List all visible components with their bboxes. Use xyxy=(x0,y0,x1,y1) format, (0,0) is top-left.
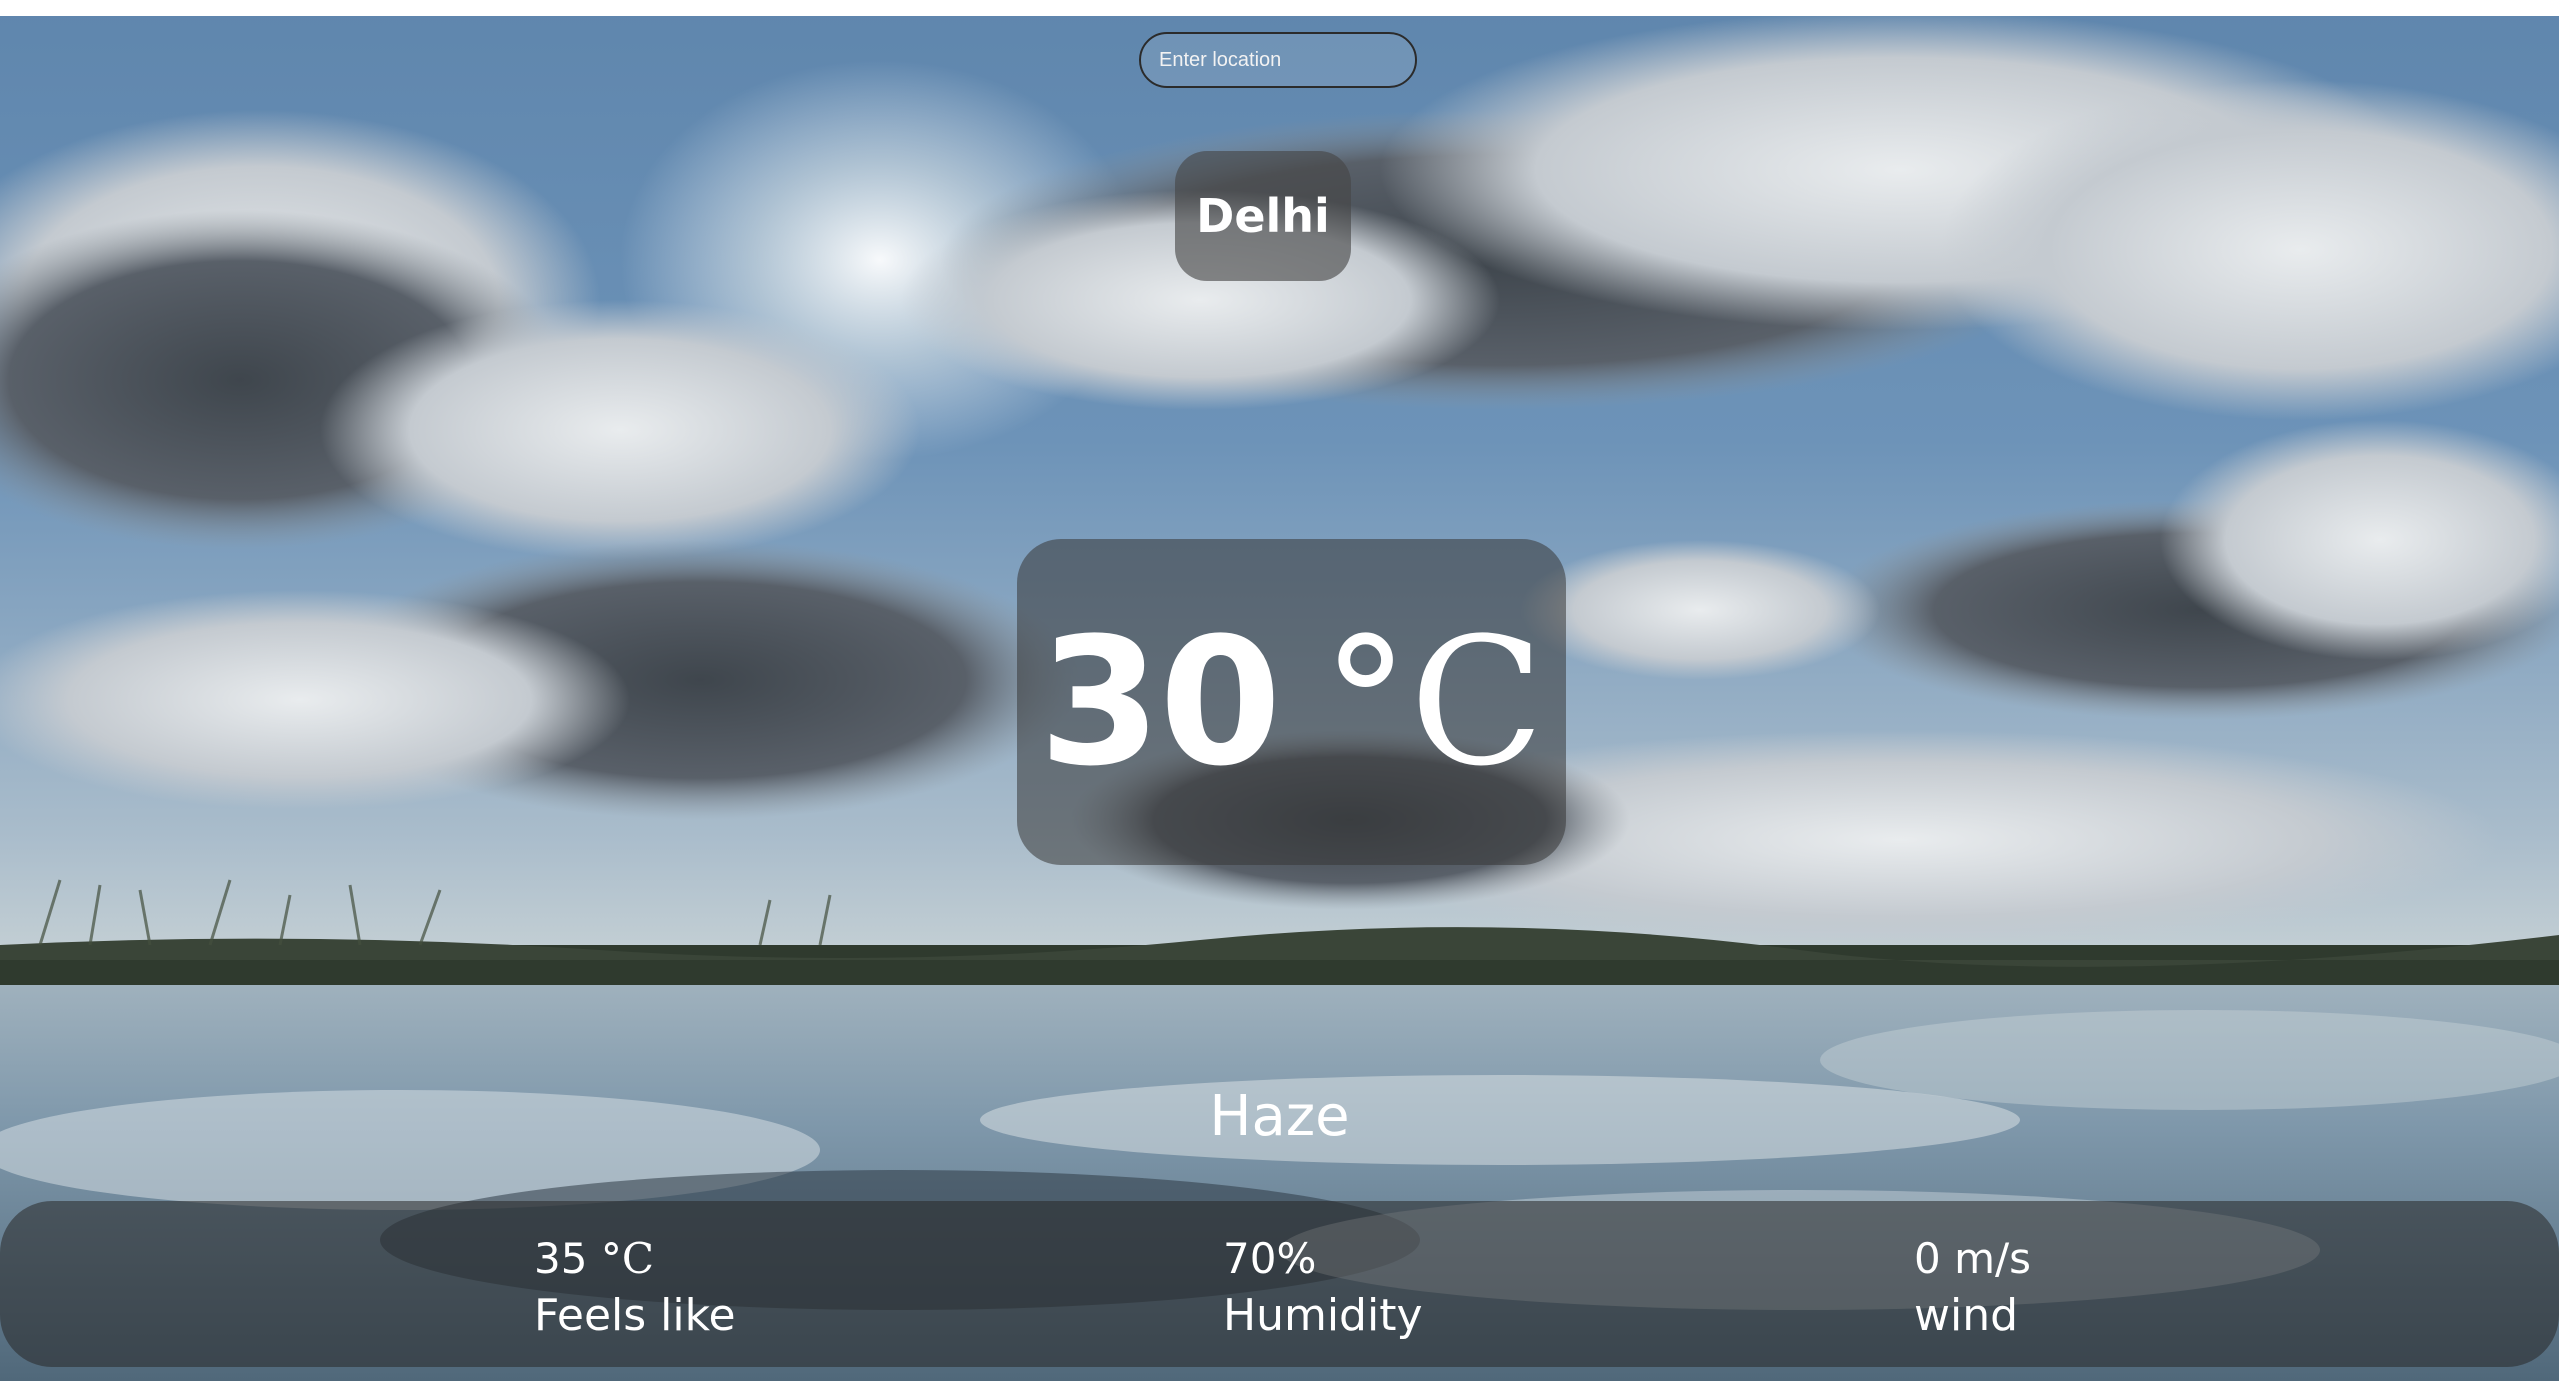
feels-like-stat: 35 °C Feels like xyxy=(534,1231,736,1345)
temperature-card: 30 °C xyxy=(1017,539,1566,865)
feels-like-unit: °C xyxy=(600,1234,654,1283)
details-bar: 35 °C Feels like 70% Humidity 0 m/s wind xyxy=(0,1201,2559,1367)
humidity-label: Humidity xyxy=(1223,1290,1423,1341)
wind-label: wind xyxy=(1914,1290,2019,1341)
wind-stat: 0 m/s wind xyxy=(1914,1231,2031,1345)
temperature-unit: °C xyxy=(1321,599,1545,805)
humidity-value: 70% xyxy=(1223,1234,1317,1283)
feels-like-value: 35 xyxy=(534,1234,588,1283)
humidity-stat: 70% Humidity xyxy=(1223,1231,1423,1345)
location-search-input[interactable] xyxy=(1139,32,1417,88)
wind-value: 0 m/s xyxy=(1914,1234,2032,1283)
feels-like-label: Feels like xyxy=(534,1290,736,1341)
feels-like-value-row: 35 °C xyxy=(534,1231,736,1287)
temperature-value: 30 xyxy=(1038,599,1282,805)
top-edge xyxy=(0,0,2559,16)
search-container xyxy=(1139,32,1417,88)
city-name: Delhi xyxy=(1175,151,1351,281)
weather-condition: Haze xyxy=(1209,1084,1350,1149)
